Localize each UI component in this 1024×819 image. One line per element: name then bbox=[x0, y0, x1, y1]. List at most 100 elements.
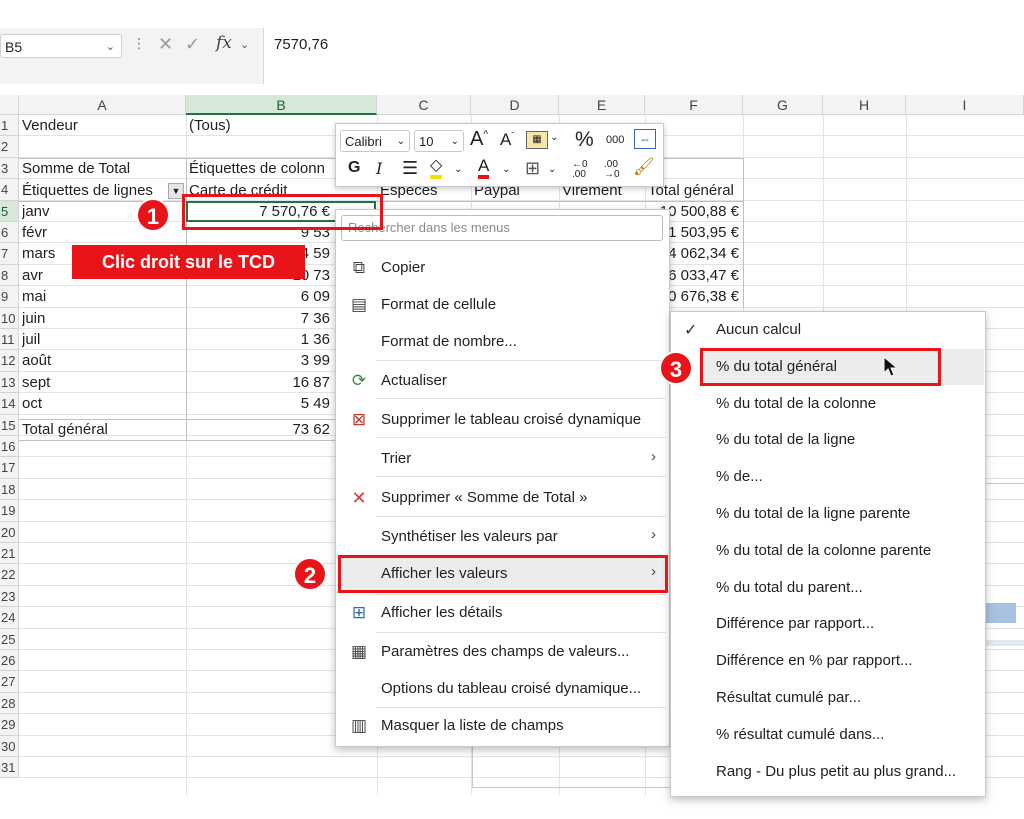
submenu-item[interactable]: % du total de la colonne parente bbox=[716, 542, 931, 559]
formula-input[interactable]: 7570,76 bbox=[263, 28, 1024, 84]
row-header-27[interactable]: 27 bbox=[0, 671, 19, 693]
menu-item-supprimer-somme[interactable]: Supprimer « Somme de Total » bbox=[381, 489, 588, 506]
row-header-11[interactable]: 11 bbox=[0, 329, 19, 351]
column-header-e[interactable]: E bbox=[559, 95, 645, 115]
row-header-14[interactable]: 14 bbox=[0, 393, 19, 415]
cell-a3[interactable]: Somme de Total bbox=[22, 158, 182, 179]
menu-item-format-cellule[interactable]: Format de cellule bbox=[381, 296, 496, 313]
cell-b13[interactable]: 16 87 bbox=[186, 372, 334, 393]
submenu-item[interactable]: Différence par rapport... bbox=[716, 615, 874, 632]
menu-item-afficher-details[interactable]: Afficher les détails bbox=[381, 604, 502, 621]
row-header-17[interactable]: 17 bbox=[0, 457, 19, 479]
cell-a10[interactable]: juin bbox=[22, 308, 172, 329]
row-header-16[interactable]: 16 bbox=[0, 436, 19, 458]
column-header-i[interactable]: I bbox=[906, 95, 1024, 115]
menu-item-trier[interactable]: Trier bbox=[381, 450, 411, 467]
fill-color-icon[interactable]: ◇ bbox=[430, 157, 443, 179]
submenu-item[interactable]: % du total de la ligne parente bbox=[716, 505, 910, 522]
font-name-select[interactable]: Calibri ⌄ bbox=[340, 130, 410, 152]
cell-a12[interactable]: août bbox=[22, 350, 172, 371]
cell-a13[interactable]: sept bbox=[22, 372, 172, 393]
row-header-22[interactable]: 22 bbox=[0, 564, 19, 586]
row-header-21[interactable]: 21 bbox=[0, 543, 19, 565]
column-header-a[interactable]: A bbox=[19, 95, 186, 115]
row-header-30[interactable]: 30 bbox=[0, 735, 19, 757]
column-header-c[interactable]: C bbox=[377, 95, 471, 115]
menu-item-masquer-liste[interactable]: Masquer la liste de champs bbox=[381, 717, 564, 734]
column-header-f[interactable]: F bbox=[645, 95, 743, 115]
submenu-item[interactable]: % du total de la ligne bbox=[716, 431, 855, 448]
cell-b14[interactable]: 5 49 bbox=[186, 393, 334, 414]
row-header-9[interactable]: 9 bbox=[0, 286, 19, 308]
chevron-down-icon[interactable]: ⌄ bbox=[240, 38, 249, 51]
cell-b12[interactable]: 3 99 bbox=[186, 350, 334, 371]
thousands-separator-button[interactable]: 000 bbox=[606, 134, 624, 146]
submenu-item[interactable]: % du total de la colonne bbox=[716, 395, 876, 412]
menu-search-input[interactable]: Rechercher dans les menus bbox=[341, 215, 663, 241]
cell-b11[interactable]: 1 36 bbox=[186, 329, 334, 350]
cell-styles-icon[interactable]: ▦ bbox=[526, 131, 548, 149]
name-box[interactable]: B5 ⌄ bbox=[0, 34, 122, 58]
menu-item-copier[interactable]: Copier bbox=[381, 259, 425, 276]
submenu-item[interactable]: % résultat cumulé dans... bbox=[716, 726, 884, 743]
row-header-24[interactable]: 24 bbox=[0, 607, 19, 629]
borders-icon[interactable]: ⊞ bbox=[525, 158, 540, 179]
chevron-down-icon[interactable]: ⌄ bbox=[106, 35, 115, 59]
cell-a4[interactable]: Étiquettes de lignes bbox=[22, 180, 162, 201]
row-header-18[interactable]: 18 bbox=[0, 478, 19, 501]
menu-item-format-nombre[interactable]: Format de nombre... bbox=[381, 333, 517, 350]
row-header-5[interactable]: 5 bbox=[0, 200, 19, 222]
row-header-1[interactable]: 1 bbox=[0, 115, 19, 137]
row-header-12[interactable]: 12 bbox=[0, 350, 19, 372]
row-header-25[interactable]: 25 bbox=[0, 628, 19, 650]
increase-decimal-icon[interactable]: ←0.00 bbox=[572, 160, 588, 180]
submenu-item[interactable]: % du total du parent... bbox=[716, 579, 863, 596]
column-header-h[interactable]: H bbox=[823, 95, 906, 115]
row-header-23[interactable]: 23 bbox=[0, 585, 19, 608]
italic-button[interactable]: I bbox=[376, 159, 382, 178]
bold-button[interactable]: G bbox=[348, 159, 360, 177]
row-header-29[interactable]: 29 bbox=[0, 714, 19, 736]
row-header-31[interactable]: 31 bbox=[0, 757, 19, 779]
cell-a9[interactable]: mai bbox=[22, 286, 172, 307]
row-header-7[interactable]: 7 bbox=[0, 243, 19, 265]
menu-item-supprimer-tcd[interactable]: Supprimer le tableau croisé dynamique bbox=[381, 411, 641, 428]
submenu-item[interactable]: Résultat cumulé par... bbox=[716, 689, 861, 706]
submenu-item[interactable]: Aucun calcul bbox=[716, 321, 801, 338]
insert-function-icon[interactable]: fx bbox=[216, 33, 232, 53]
row-header-2[interactable]: 2 bbox=[0, 136, 19, 158]
grow-font-button[interactable]: A^ bbox=[470, 128, 488, 151]
font-color-icon[interactable]: A bbox=[478, 157, 490, 179]
cell-b15[interactable]: 73 62 bbox=[186, 419, 334, 440]
cell-b3[interactable]: Étiquettes de colonn bbox=[189, 158, 335, 179]
row-header-4[interactable]: 4 bbox=[0, 179, 19, 201]
menu-item-synthetiser[interactable]: Synthétiser les valeurs par bbox=[381, 528, 558, 545]
row-header-8[interactable]: 8 bbox=[0, 264, 19, 287]
decrease-decimal-icon[interactable]: .00 →0 bbox=[604, 160, 620, 180]
cell-a1[interactable]: Vendeur bbox=[22, 115, 182, 136]
cell-b9[interactable]: 6 09 bbox=[186, 286, 334, 307]
select-all-corner[interactable] bbox=[0, 95, 19, 115]
row-header-20[interactable]: 20 bbox=[0, 521, 19, 543]
chevron-down-icon[interactable]: ⌄ bbox=[548, 164, 556, 175]
menu-item-options-tcd[interactable]: Options du tableau croisé dynamique... bbox=[381, 680, 641, 697]
chevron-down-icon[interactable]: ⌄ bbox=[550, 132, 558, 143]
chevron-down-icon[interactable]: ⌄ bbox=[502, 164, 510, 175]
shrink-font-button[interactable]: Aˇ bbox=[500, 130, 514, 150]
submenu-item[interactable]: Rang - Du plus petit au plus grand... bbox=[716, 763, 956, 780]
font-size-select[interactable]: 10 ⌄ bbox=[414, 130, 464, 152]
cell-a14[interactable]: oct bbox=[22, 393, 172, 414]
row-header-28[interactable]: 28 bbox=[0, 692, 19, 715]
column-header-g[interactable]: G bbox=[743, 95, 823, 115]
cell-b10[interactable]: 7 36 bbox=[186, 308, 334, 329]
row-header-10[interactable]: 10 bbox=[0, 307, 19, 329]
cell-b1[interactable]: (Tous) bbox=[189, 115, 339, 136]
row-header-6[interactable]: 6 bbox=[0, 222, 19, 244]
column-header-d[interactable]: D bbox=[471, 95, 559, 115]
submenu-item[interactable]: % de... bbox=[716, 468, 763, 485]
row-header-15[interactable]: 15 bbox=[0, 414, 19, 436]
format-painter-icon[interactable]: 🖌 bbox=[633, 157, 655, 177]
row-header-13[interactable]: 13 bbox=[0, 371, 19, 394]
submenu-item[interactable]: Différence en % par rapport... bbox=[716, 652, 913, 669]
row-header-26[interactable]: 26 bbox=[0, 650, 19, 672]
